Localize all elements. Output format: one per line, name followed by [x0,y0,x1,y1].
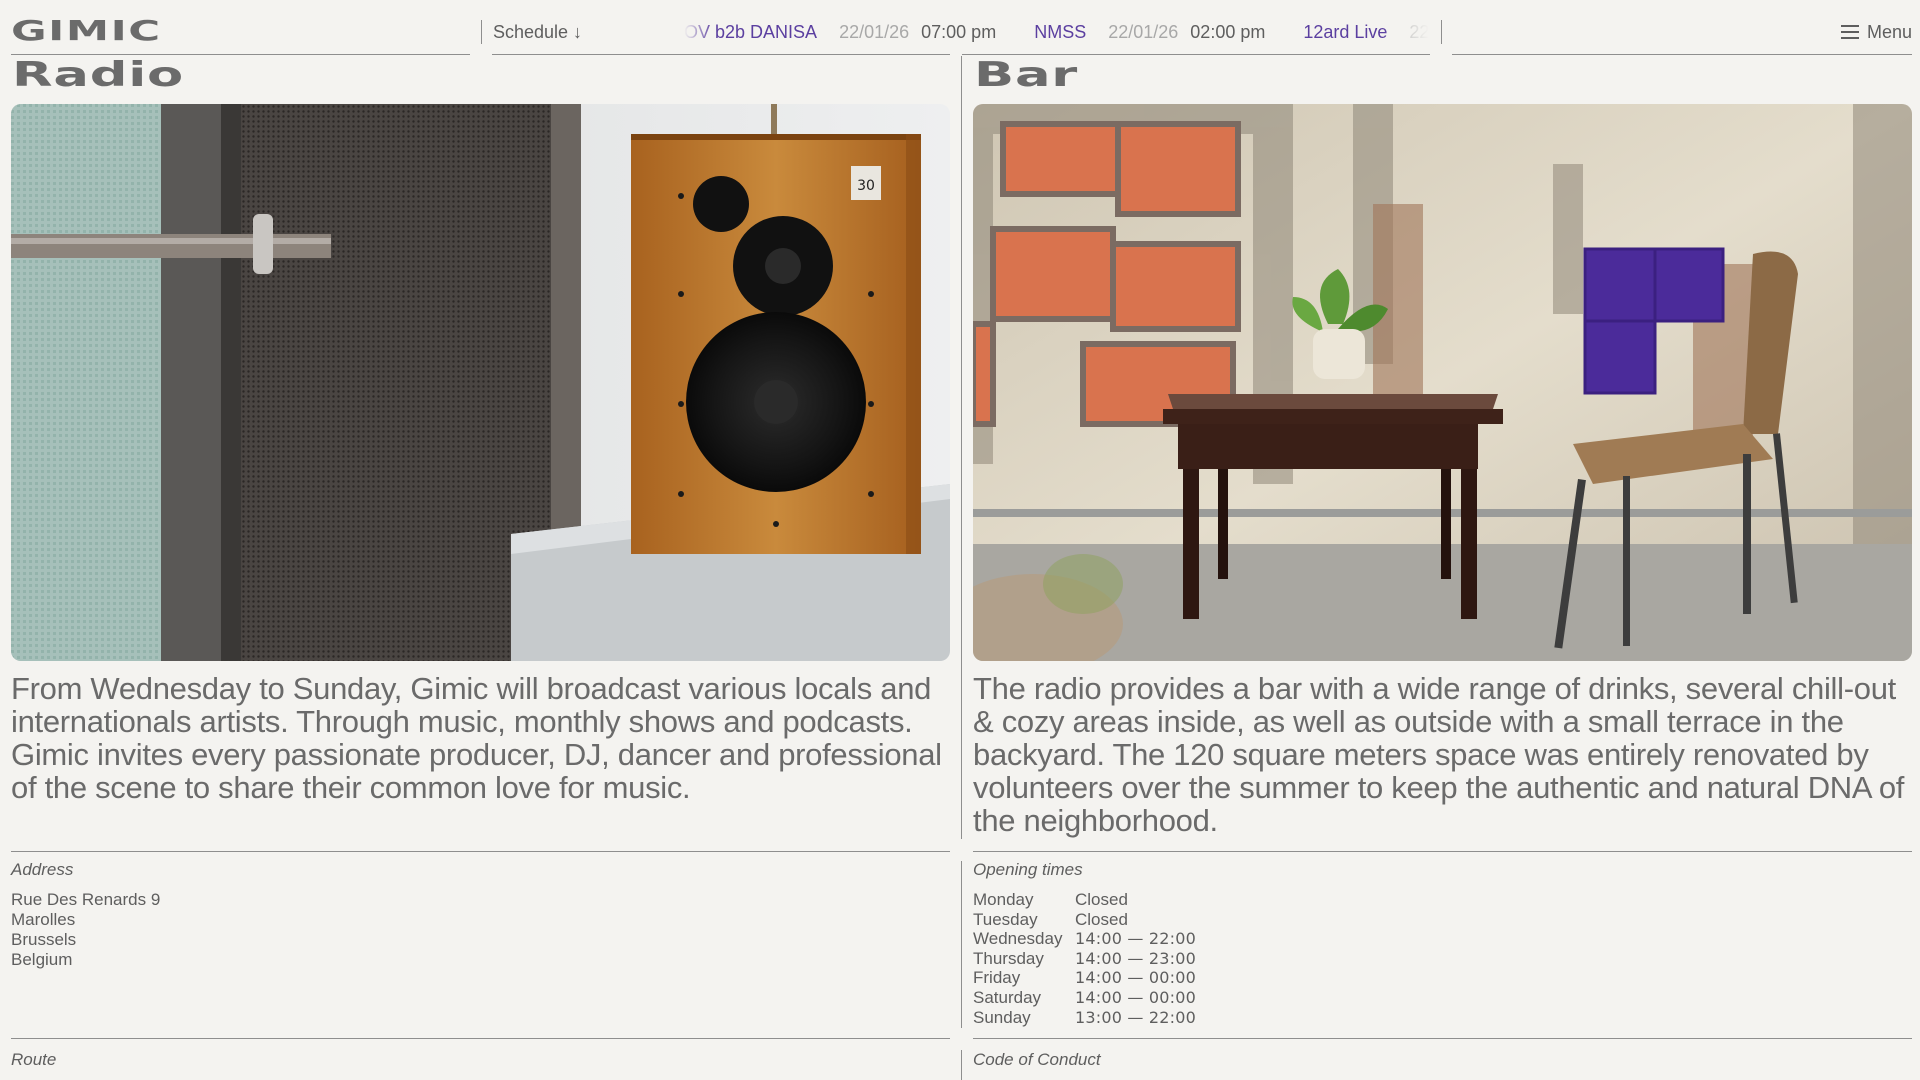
day-hours: Closed [1075,909,1128,929]
day-hours: 13:00 — 22:00 [1075,1007,1196,1027]
day-hours: Closed [1075,890,1128,909]
show-name: 12ard Live [1303,22,1388,42]
code-of-conduct-label[interactable]: Code of Conduct [973,1050,1101,1070]
schedule-entry[interactable]: OV b2b DANISA 22/01/26 07:00 pm [684,20,1008,44]
column-divider [961,1050,962,1080]
address-label: Address [11,860,74,879]
divider [973,851,1912,852]
route-label[interactable]: Route [11,1050,56,1070]
opening-times-row: Friday 14:00 — 00:00 [973,968,1196,988]
address-line: Rue Des Renards 9 [11,890,161,909]
schedule-ticker[interactable]: OV b2b DANISA 22/01/26 07:00 pm NMSS 22/01/2… [684,20,1429,46]
divider [492,54,950,55]
show-time: 07:00 pm [921,22,997,42]
menu-label: Menu [1866,22,1912,42]
divider [11,1038,950,1039]
divider [11,851,950,852]
day-name: Monday [973,890,1034,909]
day-hours: 14:00 — 00:00 [1075,968,1196,988]
show-name: NMSS [1034,22,1087,42]
day-name: Friday [973,968,1021,988]
column-divider [961,861,962,1028]
schedule-entry[interactable]: 12ard Live 22/01/26 [1303,20,1429,44]
day-name: Thursday [973,948,1044,968]
header: GIMIC Schedule ↓ OV b2b DANISA 22/01/26 07… [0,0,1920,56]
opening-times-row: Saturday 14:00 — 00:00 [973,988,1196,1008]
bar-title: Bar [974,55,1079,95]
opening-times-row: Monday Closed [973,890,1196,910]
radio-description: From Wednesday to Sunday, Gimic will bro… [11,671,942,805]
day-name: Tuesday [973,909,1038,929]
logo[interactable]: GIMIC [11,16,162,46]
day-name: Saturday [973,987,1042,1007]
opening-times-label: Opening times [973,860,1083,879]
address-line: Belgium [11,950,73,969]
opening-times-row: Sunday 13:00 — 22:00 [973,1008,1196,1028]
speaker-image: 30 [11,104,950,661]
day-hours: 14:00 — 22:00 [1075,929,1196,949]
bar-interior-image [973,104,1912,661]
day-name: Wednesday [973,929,1063,949]
address: Rue Des Renards 9 Marolles Brussels Belg… [11,890,160,970]
page: GIMIC Schedule ↓ OV b2b DANISA 22/01/26 07… [0,0,1920,1080]
schedule-entry[interactable]: NMSS 22/01/26 02:00 pm [1034,20,1277,44]
day-hours: 14:00 — 00:00 [1075,987,1196,1007]
opening-times: Monday Closed Tuesday Closed Wednesday 14:00 … [973,890,1196,1027]
radio-title: Radio [12,55,185,95]
menu-button[interactable]: Menu [1840,20,1912,44]
day-hours: 14:00 — 23:00 [1075,948,1196,968]
address-line: Brussels [11,930,77,949]
opening-times-row: Thursday 14:00 — 23:00 [973,949,1196,969]
day-name: Sunday [973,1007,1031,1027]
column-divider [961,56,962,839]
divider [1441,20,1442,44]
divider [481,20,482,44]
divider [973,1038,1912,1039]
hamburger-icon [1840,25,1859,39]
show-date: 22/01/26 [1108,22,1179,42]
schedule-button[interactable]: Schedule ↓ [493,20,582,44]
speaker-badge: 30 [857,178,875,194]
opening-times-row: Tuesday Closed [973,910,1196,930]
ticker-track: OV b2b DANISA 22/01/26 07:00 pm NMSS 22/01/2… [684,20,1429,44]
divider [1452,54,1912,55]
address-line: Marolles [11,910,76,929]
bar-description: The radio provides a bar with a wide ran… [973,671,1905,838]
radio-photo: 30 [11,104,950,661]
show-date: 22/01/26 [839,22,910,42]
bar-photo [973,104,1912,661]
show-date: 22/01/26 [1409,22,1429,42]
opening-times-row: Wednesday 14:00 — 22:00 [973,929,1196,949]
show-name: OV b2b DANISA [684,22,818,42]
show-time: 02:00 pm [1190,22,1266,42]
